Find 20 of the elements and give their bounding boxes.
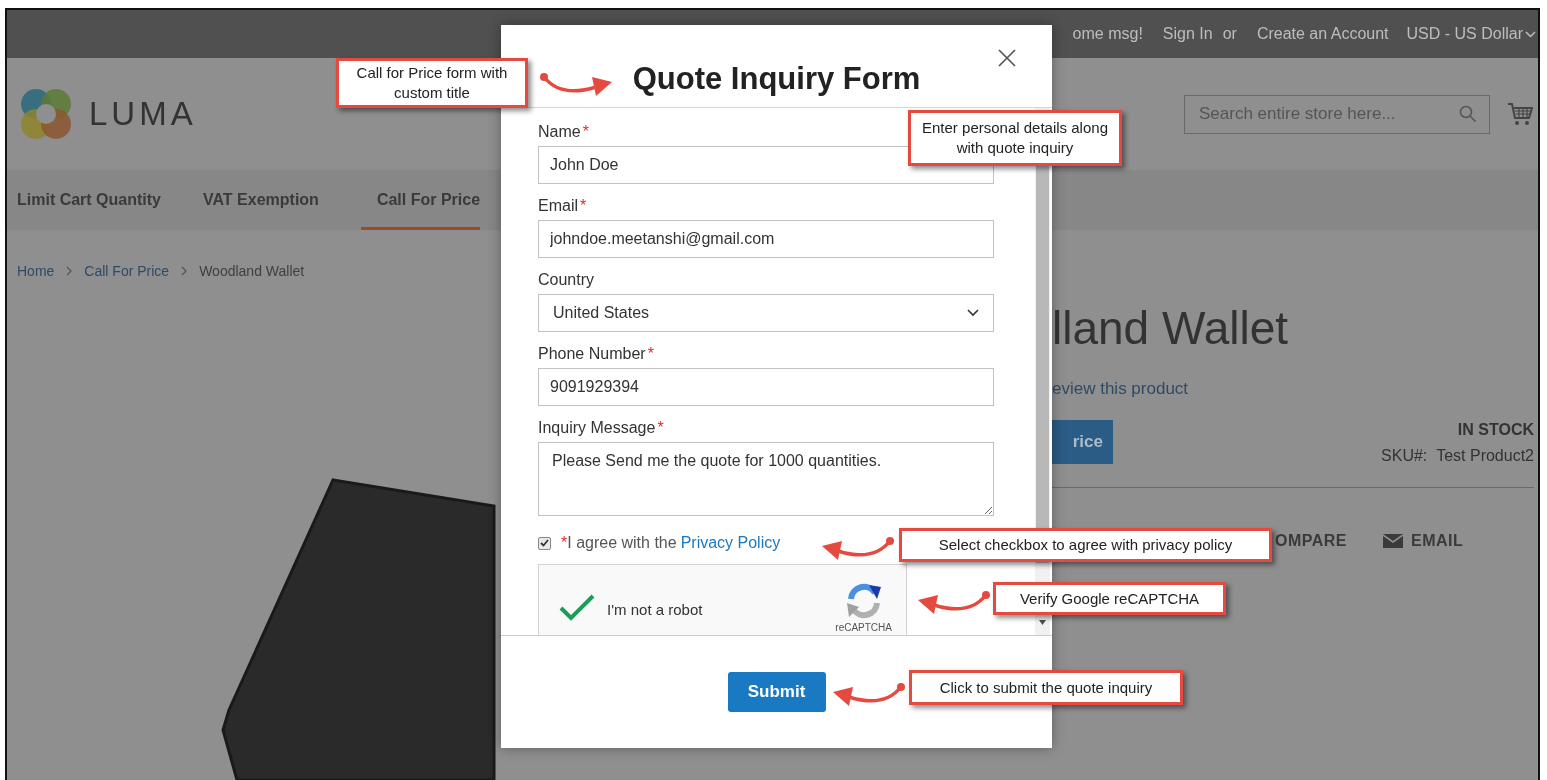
welcome-text: ome msg! xyxy=(1072,25,1143,43)
logo-text: LUMA xyxy=(89,95,197,133)
field-label: Country xyxy=(538,270,595,290)
agree-text: *I agree with the Privacy Policy xyxy=(560,534,781,552)
annotation-tooltip: Call for Price form with custom title xyxy=(336,58,528,108)
captcha-brand: reCAPTCHA xyxy=(835,622,892,633)
stock-status: IN STOCK xyxy=(1457,421,1534,439)
annotation-tooltip: Enter personal details along with quote inquiry xyxy=(908,110,1122,166)
annotation-tooltip: Verify Google reCAPTCHA xyxy=(993,582,1226,615)
annotation-tooltip: Select checkbox to agree with privacy policy xyxy=(899,528,1272,562)
sku-text: SKU#: Test Product2 xyxy=(1381,447,1534,465)
annotation-tooltip: Click to submit the quote inquiry xyxy=(909,670,1183,705)
or-text: or xyxy=(1222,25,1237,43)
field-label: Inquiry Message* xyxy=(538,418,664,438)
captcha-label: I'm not a robot xyxy=(607,600,704,618)
field-label: Phone Number* xyxy=(538,344,654,364)
field-label: Email* xyxy=(538,196,587,216)
field-label: Name* xyxy=(538,122,589,142)
dialog-title: Quote Inquiry Form xyxy=(632,61,921,97)
product-title: lland Wallet xyxy=(1052,301,1290,356)
